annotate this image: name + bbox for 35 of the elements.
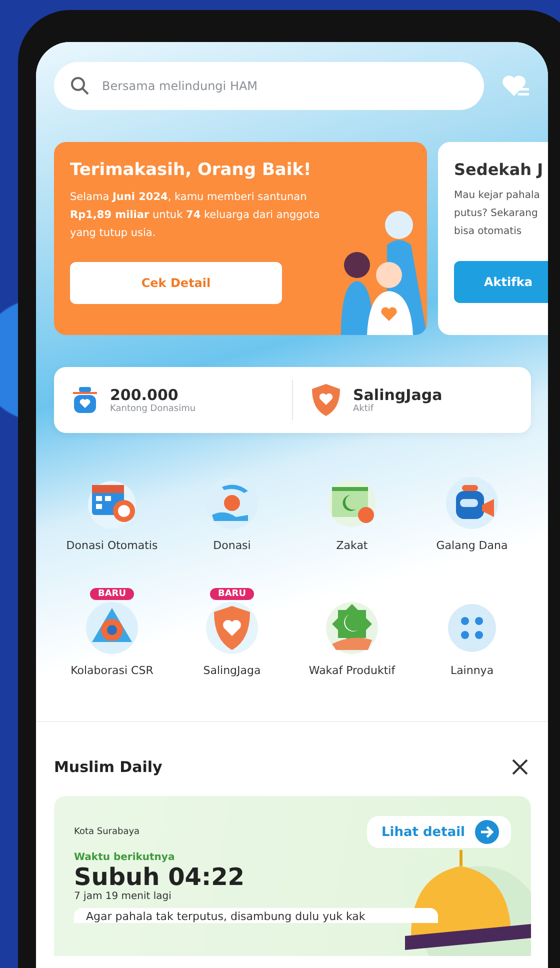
pouch-heart-icon[interactable]: [72, 386, 98, 414]
banner-title: Sedekah J: [454, 160, 544, 179]
menu-label[interactable]: SalingJaga: [203, 664, 261, 677]
jar-megaphone-icon[interactable]: [444, 475, 500, 531]
banner-title: Terimakasih, Orang Baik!: [70, 160, 312, 180]
promo-banner[interactable]: Sedekah J Mau kejar pahala putus? Sekarang bisa otomatis Aktifka: [438, 142, 548, 335]
new-badge: BARU: [210, 588, 254, 600]
balance-amount: 200.000: [110, 386, 180, 404]
prayer-time: Subuh 04:22: [74, 863, 246, 891]
search-icon: [70, 76, 90, 96]
message-text: Agar pahala tak terputus, disambung dulu yuk kak: [74, 908, 438, 923]
menu-label[interactable]: Donasi Otomatis: [66, 539, 158, 552]
menu-label[interactable]: Galang Dana: [436, 539, 508, 552]
section-title: Muslim Daily: [54, 758, 162, 776]
countdown-text: 7 jam 19 menit lagi: [74, 891, 172, 902]
protection-title: SalingJaga: [353, 386, 442, 404]
banner-text-line: putus? Sekarang: [454, 207, 539, 221]
menu-label[interactable]: Donasi: [213, 539, 251, 552]
new-badge: BARU: [90, 588, 134, 600]
menu-label[interactable]: Zakat: [336, 539, 368, 552]
arrow-right-icon: [475, 820, 499, 844]
next-prayer-label: Waktu berikutnya: [74, 852, 176, 863]
menu-label[interactable]: Lainnya: [450, 664, 494, 677]
detail-link[interactable]: Lihat detail: [367, 816, 511, 848]
menu-label[interactable]: Kolaborasi CSR: [70, 664, 154, 677]
balance-label: Kantong Donasimu: [110, 404, 196, 414]
menu-label[interactable]: Wakaf Produktif: [308, 664, 396, 677]
search-placeholder: Bersama melindungi HAM: [102, 79, 258, 93]
banner-text-line: bisa otomatis: [454, 225, 523, 239]
hand-crescent-icon[interactable]: [324, 600, 380, 656]
banner-text-line: Mau kejar pahala: [454, 189, 541, 203]
shield-heart-icon[interactable]: [311, 383, 341, 417]
banner-text: Selama Juni 2024, kamu memberi santunan Rp1,89 miliar untuk 74 keluarga dari anggota yang tutup usia.: [70, 190, 320, 241]
city-name: Kota Surabaya: [74, 827, 140, 837]
protection-status: Aktif: [353, 404, 375, 414]
